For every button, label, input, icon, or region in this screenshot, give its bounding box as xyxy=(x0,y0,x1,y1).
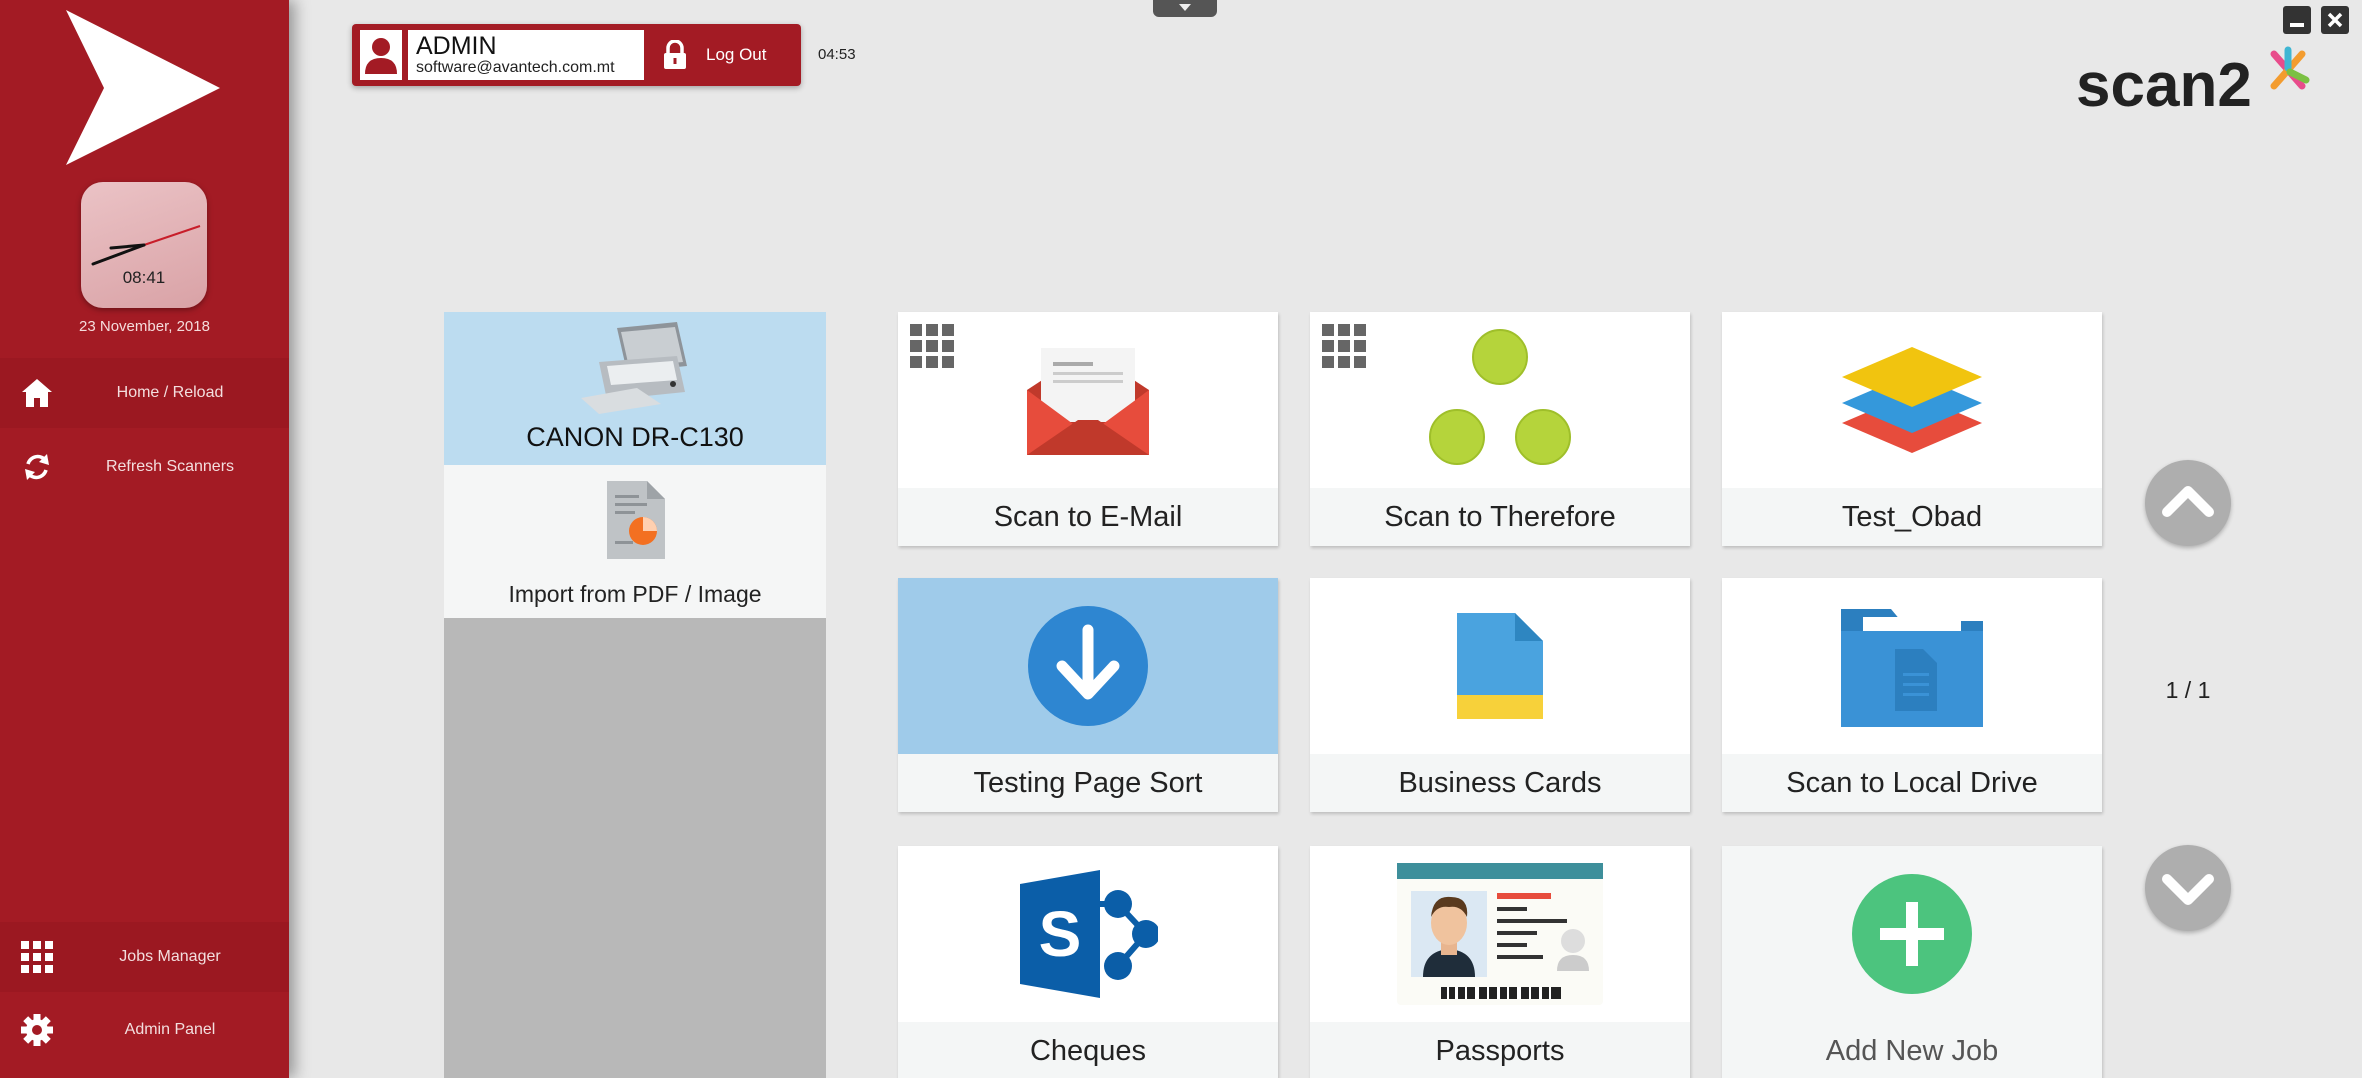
clock-hands-icon xyxy=(91,225,201,266)
job-tile-scan-to-local-drive[interactable]: Scan to Local Drive xyxy=(1722,578,2102,812)
job-tile-testing-page-sort[interactable]: Testing Page Sort xyxy=(898,578,1278,812)
svg-text:S: S xyxy=(1039,898,1082,970)
user-name: ADMIN xyxy=(416,32,497,60)
sharepoint-icon: S xyxy=(1020,870,1158,998)
sidebar-item-label: Refresh Scanners xyxy=(105,458,235,475)
sidebar-item-jobs-manager[interactable]: Jobs Manager xyxy=(0,922,289,992)
lock-icon xyxy=(664,40,686,69)
page-indicator: 1 / 1 xyxy=(2165,677,2211,703)
job-tile-business-cards[interactable]: Business Cards xyxy=(1310,578,1690,812)
logout-button[interactable]: Log Out xyxy=(648,30,796,80)
job-label: Testing Page Sort xyxy=(898,754,1278,812)
job-tile-passports[interactable]: Passports xyxy=(1310,846,1690,1078)
job-label: Scan to Therefore xyxy=(1310,488,1690,546)
page-down-button[interactable] xyxy=(2145,845,2231,931)
top-dropdown-toggle[interactable] xyxy=(1153,0,1217,17)
sidebar-item-label: Admin Panel xyxy=(124,1021,216,1038)
chevron-up-icon xyxy=(2162,486,2214,517)
session-timer: 04:53 xyxy=(818,46,856,63)
page-up-button[interactable] xyxy=(2145,460,2231,546)
logout-label: Log Out xyxy=(706,45,767,64)
download-arrow-icon xyxy=(1028,606,1148,726)
job-tile-test-obad[interactable]: Test_Obad xyxy=(1722,312,2102,546)
close-button[interactable] xyxy=(2321,6,2349,34)
id-card-icon xyxy=(1397,863,1603,1005)
clock-time: 08:41 xyxy=(122,268,166,287)
import-from-pdf-image-button[interactable]: Import from PDF / Image xyxy=(444,465,826,618)
user-info: ADMIN software@avantech.com.mt xyxy=(408,30,644,80)
avatar xyxy=(360,30,402,80)
analog-clock-widget: 08:41 xyxy=(81,182,207,308)
job-tile-scan-to-therefore[interactable]: Scan to Therefore xyxy=(1310,312,1690,546)
scan2x-logo: scan2 xyxy=(2076,46,2310,120)
sidebar-item-home-reload[interactable]: Home / Reload xyxy=(0,358,289,428)
current-date: 23 November, 2018 xyxy=(79,318,210,335)
grid-icon xyxy=(21,941,53,973)
add-new-job-button[interactable]: Add New Job xyxy=(1722,846,2102,1078)
job-label: Test_Obad xyxy=(1722,488,2102,546)
refresh-icon xyxy=(25,454,49,480)
folder-icon xyxy=(1841,609,1983,727)
user-icon xyxy=(365,38,397,74)
chevron-down-icon xyxy=(1179,4,1191,11)
job-tile-scan-to-email[interactable]: Scan to E-Mail xyxy=(898,312,1278,546)
import-label: Import from PDF / Image xyxy=(508,581,762,607)
chevron-down-icon xyxy=(2162,874,2214,905)
sidebar: 08:41 23 November, 2018 Home / Reload Re… xyxy=(0,0,289,1078)
job-label: Passports xyxy=(1310,1022,1690,1078)
plus-icon xyxy=(1852,874,1972,994)
layers-icon xyxy=(1842,347,1982,453)
sidebar-item-admin-panel[interactable]: Admin Panel xyxy=(0,995,289,1065)
sidebar-item-label: Jobs Manager xyxy=(119,948,221,965)
minimize-button[interactable] xyxy=(2283,6,2311,34)
svg-text:scan2: scan2 xyxy=(2076,51,2252,120)
home-icon xyxy=(22,379,52,407)
document-icon xyxy=(1457,613,1543,719)
envelope-icon xyxy=(1027,348,1149,455)
scanner-icon xyxy=(581,322,687,414)
pdf-document-icon xyxy=(607,481,665,559)
minimize-icon xyxy=(2290,23,2304,27)
job-label: Cheques xyxy=(898,1022,1278,1078)
sidebar-item-refresh-scanners[interactable]: Refresh Scanners xyxy=(0,432,289,502)
sidebar-item-label: Home / Reload xyxy=(116,384,224,401)
therefore-icon xyxy=(1429,329,1571,465)
job-label: Scan to E-Mail xyxy=(898,488,1278,546)
scanner-name: CANON DR-C130 xyxy=(526,422,744,452)
app-logo-arrow xyxy=(66,10,220,165)
user-email: software@avantech.com.mt xyxy=(416,59,615,76)
gear-icon xyxy=(21,1014,53,1046)
job-label: Scan to Local Drive xyxy=(1722,754,2102,812)
scanner-list-panel: CANON DR-C130 Import from PDF / Image xyxy=(444,312,826,1078)
job-label: Add New Job xyxy=(1722,1022,2102,1078)
scanner-item-canon[interactable]: CANON DR-C130 xyxy=(444,312,826,465)
close-icon xyxy=(2327,12,2343,28)
user-session-bar: ADMIN software@avantech.com.mt Log Out xyxy=(352,24,801,86)
job-tile-cheques[interactable]: S Cheques xyxy=(898,846,1278,1078)
job-label: Business Cards xyxy=(1310,754,1690,812)
